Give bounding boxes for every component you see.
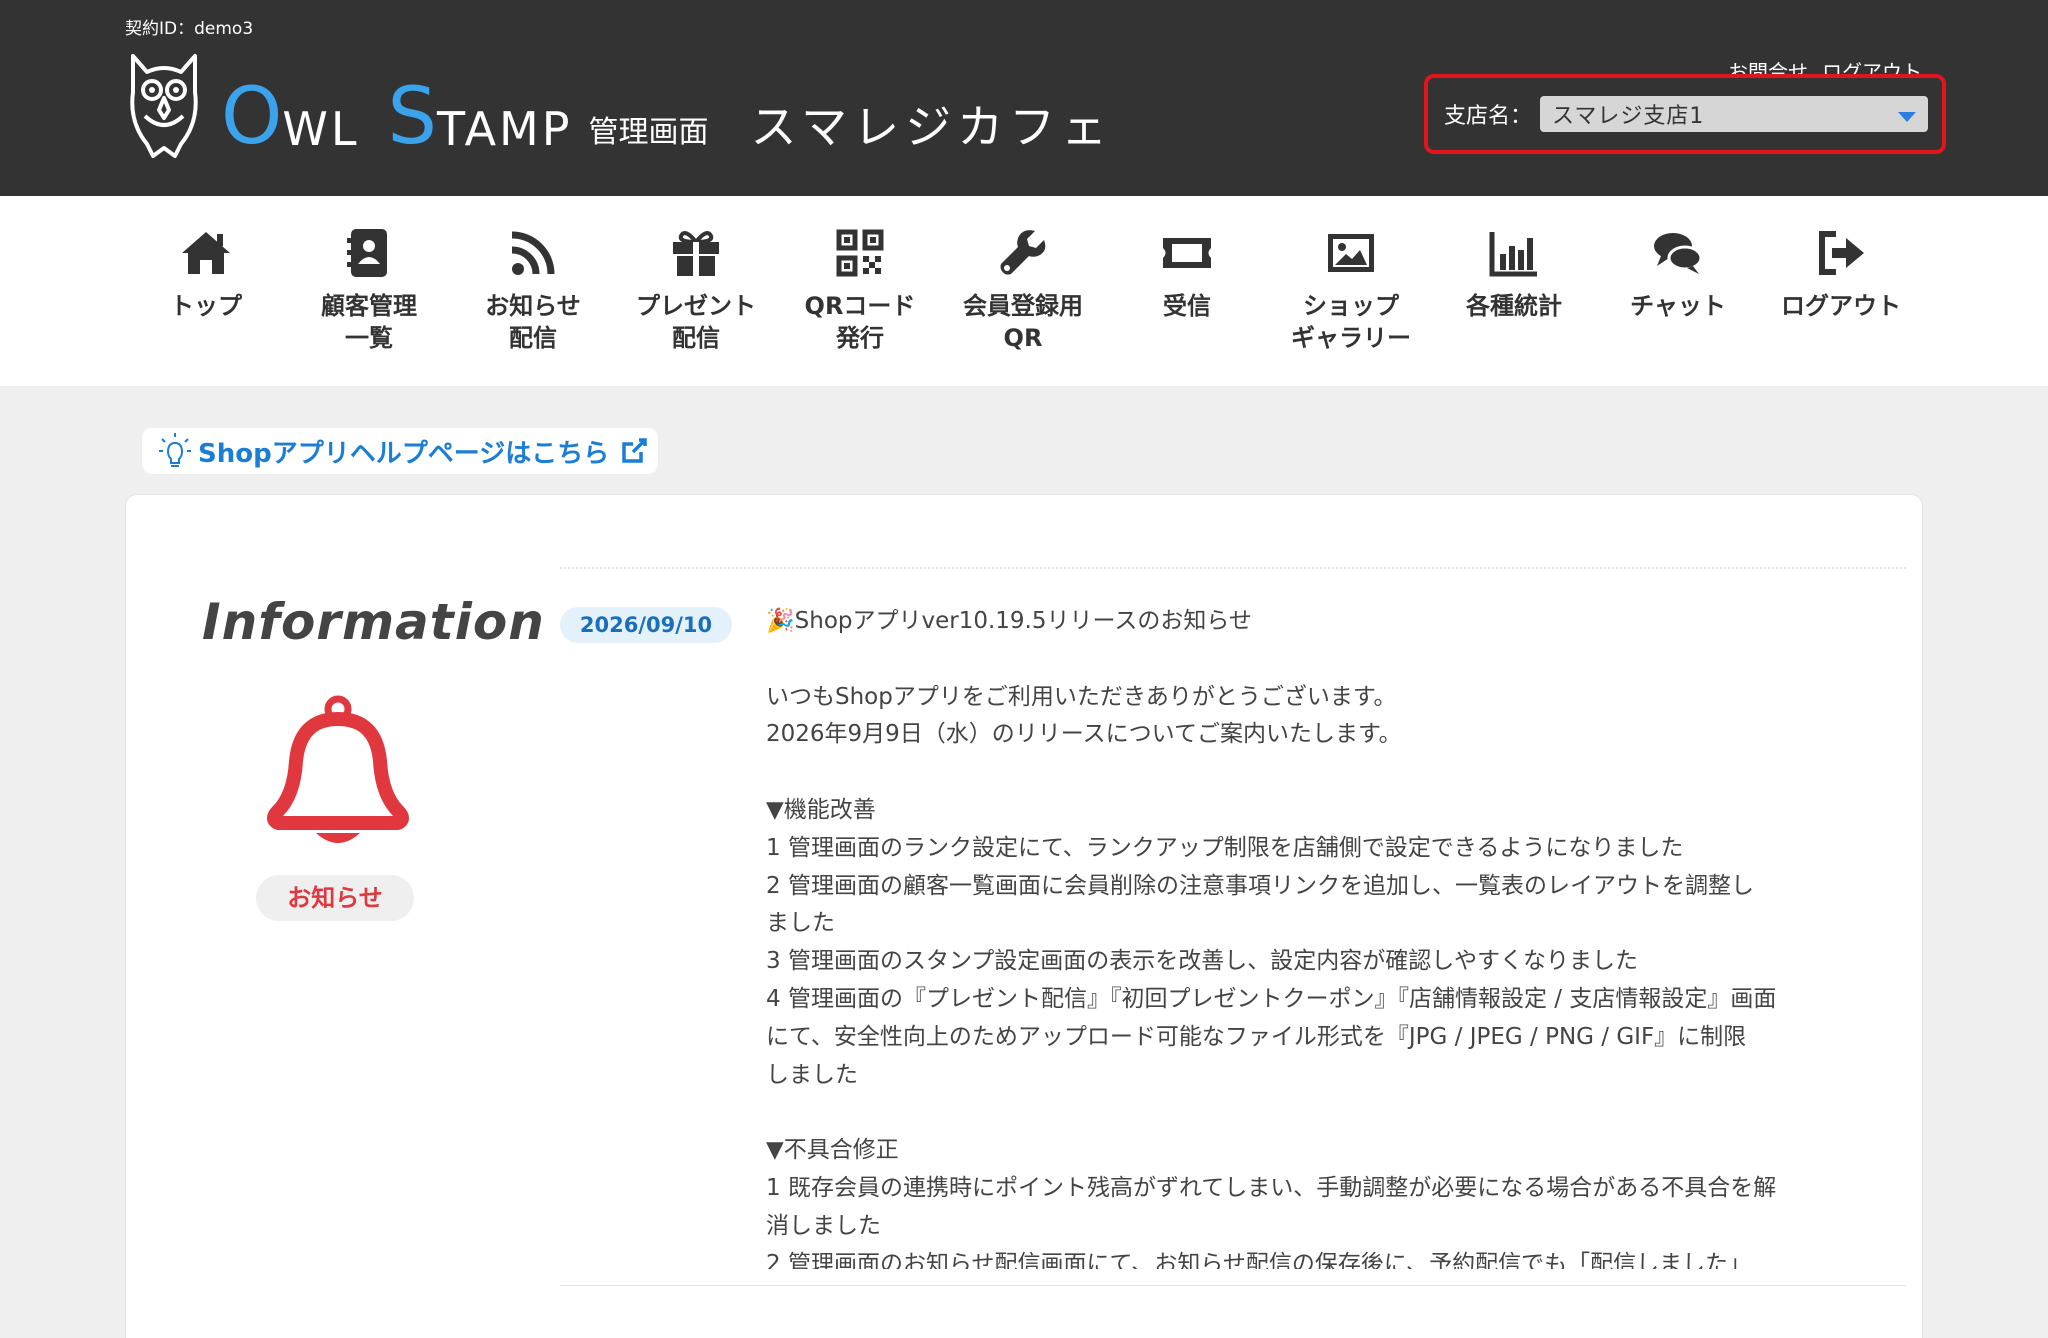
post-line: 2026年9月9日（水）のリリースについてご案内いたします。 xyxy=(766,721,1402,748)
post-title: 🎉Shopアプリver10.19.5リリースのお知らせ xyxy=(766,608,1252,634)
admin-label: 管理画面 xyxy=(588,115,709,150)
post-line: いつもShopアプリをご利用いただきありがとうございます。 xyxy=(766,683,1397,710)
post-bottom-divider xyxy=(560,1285,1906,1286)
post-line: 1 既存会員の連携時にポイント残高がずれてしまい、手動調整が必要になる場合がある… xyxy=(766,1174,1777,1201)
post-date: 2026/09/10 xyxy=(560,607,732,643)
owl-logo-icon xyxy=(130,54,198,158)
help-link-label: Shopアプリヘルプページはこちら xyxy=(198,438,610,469)
lightbulb-icon xyxy=(159,433,191,467)
post-line xyxy=(766,641,1906,679)
header-bar: 契約ID：demo3 O WL S TAMP 管理画面 スマレジカフェ お問合せ… xyxy=(0,0,2048,196)
post-section-heading: ▼不具合修正 xyxy=(766,1137,899,1164)
nav-stats[interactable]: 各種統計 xyxy=(1439,226,1589,322)
branch-selector-highlight: 支店名： スマレジ支店1 xyxy=(1424,74,1946,154)
dotted-divider xyxy=(560,567,1906,569)
nav-inbox[interactable]: 受信 xyxy=(1112,226,1262,322)
nav-chat[interactable]: チャット xyxy=(1603,226,1753,322)
nav-logout[interactable]: ログアウト xyxy=(1766,226,1916,322)
brand-wordmark: O WL S TAMP 管理画面 スマレジカフェ xyxy=(221,72,1114,162)
help-page-link[interactable]: Shopアプリヘルプページはこちら xyxy=(142,428,658,474)
post-line: 2 管理画面のお知らせ配信画面にて、お知らせ配信の保存後に、予約配信でも「配信し… xyxy=(766,1250,1752,1269)
branch-select[interactable]: スマレジ支店1 xyxy=(1540,96,1929,132)
qrcode-icon xyxy=(836,229,884,277)
bell-icon xyxy=(267,695,409,843)
wrench-icon xyxy=(1000,230,1046,275)
post-line: 4 管理画面の『プレゼント配信』『初回プレゼントクーポン』『店舗情報設定 / 支… xyxy=(766,985,1777,1012)
home-icon xyxy=(182,232,230,274)
nav-present[interactable]: プレゼント 配信 xyxy=(621,226,771,354)
brand-logo[interactable]: O WL S TAMP 管理画面 スマレジカフェ xyxy=(125,52,1113,162)
shop-name: スマレジカフェ xyxy=(750,100,1114,154)
main-nav: トップ 顧客管理 一覧 お知らせ 配信 プレゼント 配信 QRコード 発行 会員… xyxy=(0,196,2048,386)
post-line: ました xyxy=(766,910,835,937)
information-card: Information お知らせ 2026/09/10 🎉Shopアプリver1… xyxy=(125,494,1923,1338)
post-line: 3 管理画面のスタンプ設定画面の表示を改善し、設定内容が確認しやすくなりました xyxy=(766,948,1639,975)
rss-icon xyxy=(511,231,555,275)
post-line: 2 管理画面の顧客一覧画面に会員削除の注意事項リンクを追加し、一覧表のレイアウト… xyxy=(766,872,1754,899)
image-icon xyxy=(1328,234,1374,272)
gift-icon xyxy=(673,231,719,276)
post-line: 1 管理画面のランク設定にて、ランクアップ制限を店舗側で設定できるようになりまし… xyxy=(766,834,1684,861)
ticket-icon xyxy=(1163,238,1211,268)
post-body: 🎉Shopアプリver10.19.5リリースのお知らせ いつもShopアプリをご… xyxy=(766,603,1906,1269)
caret-down-icon xyxy=(1898,112,1917,122)
post-section-heading: ▼機能改善 xyxy=(766,796,876,823)
external-link-icon xyxy=(622,438,647,463)
information-title: Information xyxy=(202,593,545,651)
branch-select-value: スマレジ支店1 xyxy=(1552,104,1705,129)
contract-id: 契約ID：demo3 xyxy=(125,19,254,39)
post-line xyxy=(766,1094,1906,1132)
post-line: しました xyxy=(766,1061,858,1088)
notice-badge: お知らせ xyxy=(256,875,414,921)
chat-icon xyxy=(1654,233,1703,274)
nav-gallery[interactable]: ショップ ギャラリー xyxy=(1276,226,1426,354)
nav-top[interactable]: トップ xyxy=(131,226,281,322)
post-line xyxy=(766,754,1906,792)
post-line: 消しました xyxy=(766,1212,881,1239)
bar-chart-icon xyxy=(1489,232,1537,277)
nav-member-qr[interactable]: 会員登録用 QR xyxy=(948,226,1098,354)
contacts-icon xyxy=(347,229,387,277)
nav-customers[interactable]: 顧客管理 一覧 xyxy=(294,226,444,354)
nav-news[interactable]: お知らせ 配信 xyxy=(458,226,608,354)
post-line: にて、安全性向上のためアップロード可能なファイル形式を『JPG / JPEG /… xyxy=(766,1023,1747,1050)
nav-qrcode[interactable]: QRコード 発行 xyxy=(785,226,935,354)
logout-icon xyxy=(1819,231,1864,275)
branch-label: 支店名： xyxy=(1444,104,1533,129)
